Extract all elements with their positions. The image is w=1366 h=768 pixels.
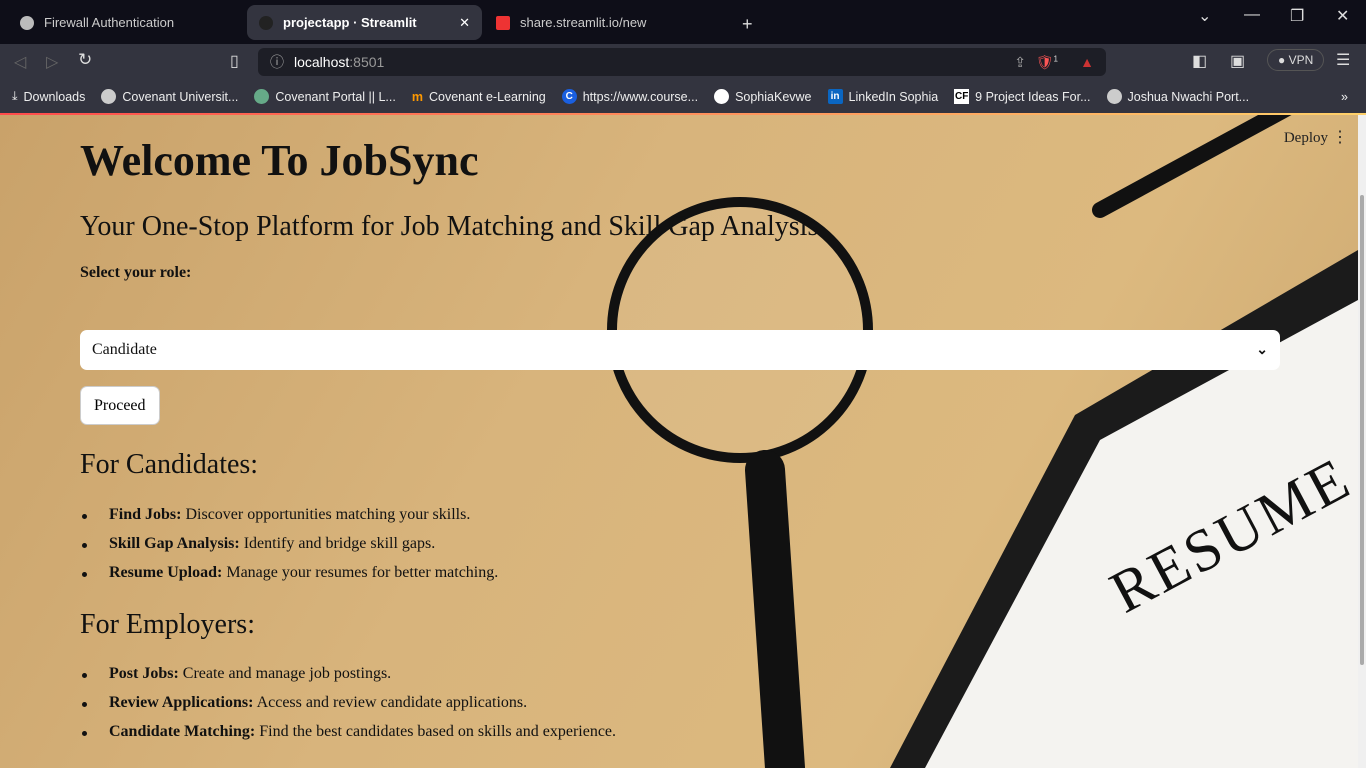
list-item: Candidate Matching: Find the best candid… xyxy=(80,723,616,752)
bookmark-label: Covenant e-Learning xyxy=(428,89,546,104)
chevron-down-icon: ⌄ xyxy=(1256,342,1268,358)
app-page: RESUME Deploy ⋮ Welcome To JobSync Your … xyxy=(0,115,1362,768)
bookmark-label: Covenant Universit... xyxy=(122,89,239,104)
more-bookmarks-icon[interactable]: » xyxy=(1341,90,1348,104)
bookmarks-bar: ⤓ Downloads Covenant Universit... Covenan… xyxy=(0,80,1366,113)
tab-share[interactable]: share.streamlit.io/new xyxy=(484,5,719,40)
list-item: Find Jobs: Discover opportunities matchi… xyxy=(80,506,498,535)
download-icon: ⤓ xyxy=(12,89,18,103)
vpn-label: VPN xyxy=(1288,53,1314,67)
item-text: Discover opportunities matching your ski… xyxy=(181,506,471,523)
forward-icon[interactable]: ▷ xyxy=(46,52,58,72)
magnifier-handle-image xyxy=(745,450,805,768)
bookmark-covenant-portal[interactable]: Covenant Portal || L... xyxy=(254,89,396,104)
item-text: Access and review candidate applications… xyxy=(253,694,528,711)
globe-icon xyxy=(101,89,117,104)
item-text: Find the best candidates based on skills… xyxy=(255,723,617,740)
bookmark-covenant-university[interactable]: Covenant Universit... xyxy=(101,89,238,104)
list-item: Resume Upload: Manage your resumes for b… xyxy=(80,564,498,593)
candidates-list: Find Jobs: Discover opportunities matchi… xyxy=(80,506,498,593)
browser-window: Firewall Authentication projectapp · Str… xyxy=(0,0,1366,768)
tab-list-icon[interactable]: ⌄ xyxy=(1198,6,1211,26)
streamlit-icon xyxy=(259,15,273,30)
bookmark-github[interactable]: SophiaKevwe xyxy=(714,89,812,104)
url-host: localhost xyxy=(294,54,350,70)
list-item: Skill Gap Analysis: Identify and bridge … xyxy=(80,535,498,564)
item-text: Identify and bridge skill gaps. xyxy=(239,535,436,552)
share-icon[interactable]: ⇪ xyxy=(1014,54,1026,71)
bookmark-label: 9 Project Ideas For... xyxy=(975,89,1091,104)
close-tab-icon[interactable]: ✕ xyxy=(459,15,470,31)
bookmark-label: https://www.course... xyxy=(582,89,699,104)
github-icon xyxy=(714,89,730,104)
bookmark-icon[interactable]: ▯ xyxy=(230,51,239,71)
list-item: Review Applications: Access and review c… xyxy=(80,694,616,723)
bookmark-label: Covenant Portal || L... xyxy=(275,89,396,104)
new-tab-button[interactable]: + xyxy=(742,14,753,35)
bookmark-label: Downloads xyxy=(23,89,86,104)
cf-icon: CF xyxy=(954,89,970,104)
close-window-button[interactable]: ✕ xyxy=(1336,6,1349,26)
sidebar-icon[interactable]: ◧ xyxy=(1192,51,1207,71)
item-label: Review Applications: xyxy=(109,694,254,711)
browser-toolbar: ◁ ▷ ↻ ▯ ⓘ localhost:8501 ⇪ 🛡1 ▲ ◧ ▣ ● VPN… xyxy=(0,44,1366,80)
item-text: Create and manage job postings. xyxy=(178,665,392,682)
brave-rewards-icon[interactable]: ▲ xyxy=(1080,54,1094,70)
item-label: Resume Upload: xyxy=(109,564,223,581)
tab-title: projectapp · Streamlit xyxy=(283,15,417,30)
scrollbar-thumb[interactable] xyxy=(1360,195,1364,665)
candidates-heading: For Candidates: xyxy=(80,449,259,480)
menu-icon[interactable]: ☰ xyxy=(1336,50,1350,70)
role-value: Candidate xyxy=(92,341,157,358)
linkedin-icon: in xyxy=(827,89,843,104)
tab-title: Firewall Authentication xyxy=(44,15,175,30)
bookmark-label: SophiaKevwe xyxy=(735,89,812,104)
bookmark-label: LinkedIn Sophia xyxy=(848,89,939,104)
page-subtitle: Your One-Stop Platform for Job Matching … xyxy=(80,211,819,242)
list-item: Post Jobs: Create and manage job posting… xyxy=(80,665,616,694)
item-label: Post Jobs: xyxy=(109,665,179,682)
deploy-button[interactable]: Deploy xyxy=(1284,130,1328,147)
main-menu-icon[interactable]: ⋮ xyxy=(1332,127,1348,147)
portal-icon xyxy=(254,89,270,104)
tab-title: share.streamlit.io/new xyxy=(520,15,647,30)
shields-count: 1 xyxy=(1053,53,1058,63)
bookmark-linkedin[interactable]: in LinkedIn Sophia xyxy=(827,89,939,104)
address-bar[interactable]: ⓘ localhost:8501 ⇪ 🛡1 ▲ xyxy=(258,48,1106,76)
coursera-icon: C xyxy=(561,89,577,104)
tab-projectapp[interactable]: projectapp · Streamlit ✕ xyxy=(247,5,482,40)
item-text: Manage your resumes for better matching. xyxy=(222,564,499,581)
brave-shields-icon[interactable]: 🛡1 xyxy=(1036,54,1058,71)
employers-list: Post Jobs: Create and manage job posting… xyxy=(80,665,616,752)
bookmark-project-ideas[interactable]: CF 9 Project Ideas For... xyxy=(954,89,1091,104)
role-select[interactable]: Candidate ⌄ xyxy=(80,330,1280,370)
bookmark-covenant-elearning[interactable]: m Covenant e-Learning xyxy=(412,90,546,104)
page-title: Welcome To JobSync xyxy=(80,136,479,185)
bookmark-joshua[interactable]: Joshua Nwachi Port... xyxy=(1106,89,1250,104)
streamlit-icon xyxy=(496,15,510,30)
item-label: Candidate Matching: xyxy=(109,723,256,740)
proceed-button[interactable]: Proceed xyxy=(80,386,160,425)
url-port: :8501 xyxy=(349,54,385,70)
info-icon: ⓘ xyxy=(270,54,284,70)
tab-firewall[interactable]: Firewall Authentication xyxy=(8,5,243,40)
tab-bar: Firewall Authentication projectapp · Str… xyxy=(0,0,1366,44)
item-label: Skill Gap Analysis: xyxy=(109,535,240,552)
globe-icon xyxy=(1106,89,1122,104)
globe-icon xyxy=(20,15,34,30)
bookmark-coursera[interactable]: Chttps://www.course... xyxy=(561,89,699,104)
bookmark-label: Joshua Nwachi Port... xyxy=(1127,89,1250,104)
maximize-button[interactable]: ❐ xyxy=(1290,6,1304,26)
page-scrollbar[interactable] xyxy=(1358,115,1366,768)
back-icon[interactable]: ◁ xyxy=(14,52,26,72)
vpn-button[interactable]: ● VPN xyxy=(1267,49,1325,71)
wallet-icon[interactable]: ▣ xyxy=(1230,51,1245,71)
bookmark-downloads[interactable]: ⤓ Downloads xyxy=(12,89,85,104)
item-label: Find Jobs: xyxy=(109,506,182,523)
role-label: Select your role: xyxy=(80,264,192,281)
minimize-button[interactable]: — xyxy=(1244,6,1260,24)
employers-heading: For Employers: xyxy=(80,609,255,640)
reload-icon[interactable]: ↻ xyxy=(78,50,92,70)
moodle-icon: m xyxy=(411,89,423,104)
